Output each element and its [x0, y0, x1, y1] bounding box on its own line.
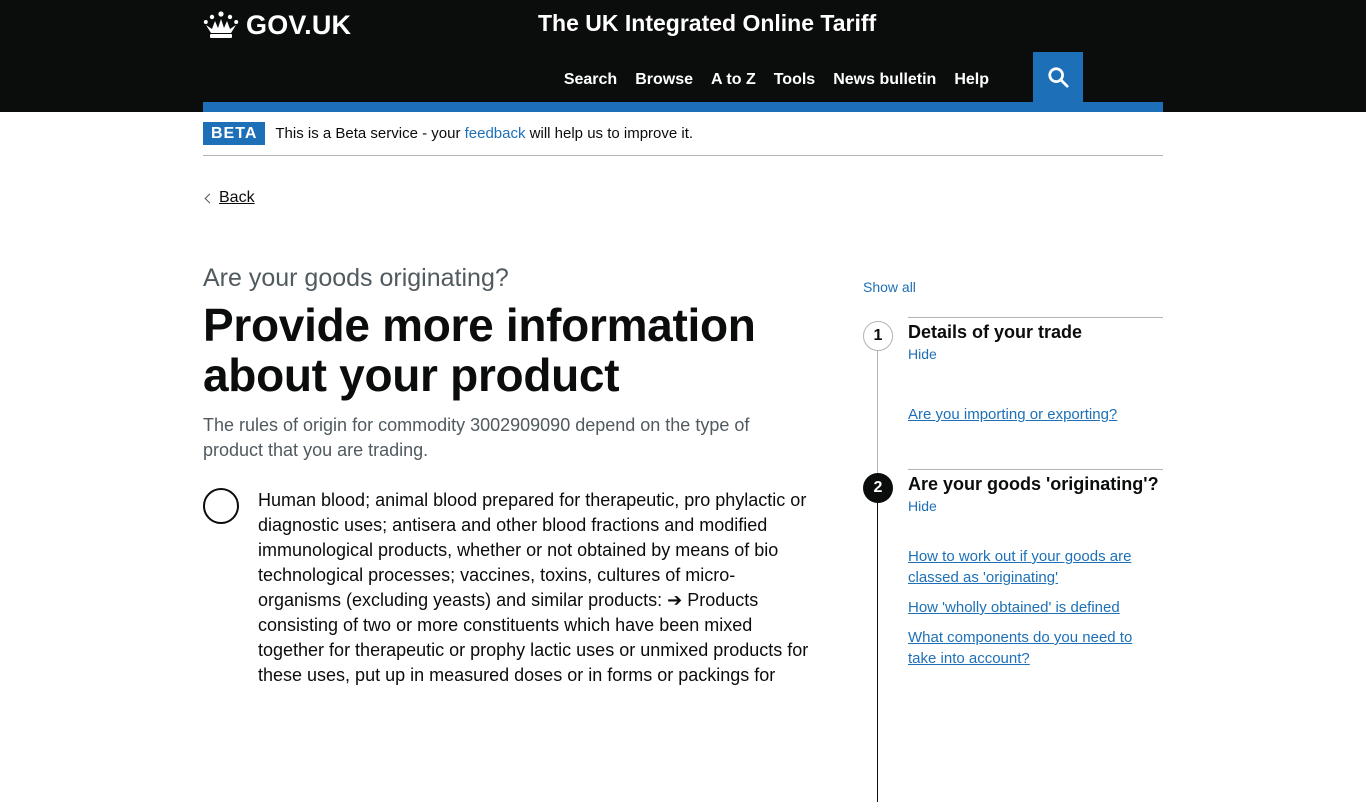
page-title: Provide more information about your prod…: [203, 299, 756, 401]
step-links: Are you importing or exporting?: [908, 404, 1158, 434]
step-divider: [908, 317, 1163, 318]
step-number-badge: 2: [863, 473, 893, 503]
step-title[interactable]: Are your goods 'originating'?: [908, 474, 1159, 495]
site-header: GOV.UK The UK Integrated Online Tariff S…: [0, 0, 1366, 112]
step-hide-toggle[interactable]: Hide: [908, 346, 937, 362]
step-title[interactable]: Details of your trade: [908, 322, 1082, 343]
step-1-connector: [877, 348, 878, 488]
nav-browse[interactable]: Browse: [635, 71, 693, 89]
header-blue-bar: [203, 102, 1163, 112]
logo-text: GOV.UK: [246, 9, 352, 40]
step-divider: [908, 469, 1163, 470]
back-link[interactable]: Back: [203, 189, 255, 207]
radio-button[interactable]: [203, 488, 239, 524]
step-links: How to work out if your goods are classe…: [908, 546, 1158, 678]
radio-label[interactable]: Human blood; animal blood prepared for t…: [258, 488, 813, 688]
chevron-left-icon: [204, 193, 215, 203]
phase-text-after: will help us to improve it.: [525, 125, 694, 142]
step-link[interactable]: How 'wholly obtained' is defined: [908, 597, 1158, 618]
step-2-connector: [877, 482, 878, 802]
nav-news-bulletin[interactable]: News bulletin: [833, 71, 936, 89]
step-number-badge: 1: [863, 321, 893, 351]
feedback-link[interactable]: feedback: [465, 125, 526, 142]
nav-a-to-z[interactable]: A to Z: [711, 71, 756, 89]
nav-help[interactable]: Help: [954, 71, 989, 89]
page-caption: Are your goods originating?: [203, 264, 509, 292]
header-container: GOV.UK The UK Integrated Online Tariff S…: [203, 0, 1163, 112]
phase-banner-text: This is a Beta service - your feedback w…: [275, 125, 693, 142]
step-link[interactable]: Are you importing or exporting?: [908, 404, 1158, 425]
radio-option[interactable]: Human blood; animal blood prepared for t…: [203, 488, 813, 688]
lead-paragraph: The rules of origin for commodity 300290…: [203, 415, 750, 460]
phase-banner: BETA This is a Beta service - your feedb…: [203, 112, 1163, 156]
nav-tools[interactable]: Tools: [774, 71, 815, 89]
back-link-label: Back: [219, 189, 255, 206]
header-nav: Search Browse A to Z Tools News bulletin…: [564, 71, 989, 89]
page-container: BETA This is a Beta service - your feedb…: [203, 112, 1163, 802]
nav-search[interactable]: Search: [564, 71, 617, 89]
search-icon: [1048, 67, 1069, 88]
service-name-link[interactable]: The UK Integrated Online Tariff: [538, 10, 876, 37]
govuk-logo-link[interactable]: GOV.UK: [203, 8, 351, 42]
search-button[interactable]: [1033, 52, 1083, 102]
step-hide-toggle[interactable]: Hide: [908, 498, 937, 514]
show-all-button[interactable]: Show all: [863, 279, 916, 295]
step-link[interactable]: How to work out if your goods are classe…: [908, 546, 1158, 588]
phase-text-before: This is a Beta service - your: [275, 125, 465, 142]
phase-tag: BETA: [203, 122, 266, 145]
main-content: Are your goods originating? Provide more…: [203, 262, 813, 688]
crown-icon: [203, 11, 239, 38]
step-link[interactable]: What components do you need to take into…: [908, 627, 1158, 669]
